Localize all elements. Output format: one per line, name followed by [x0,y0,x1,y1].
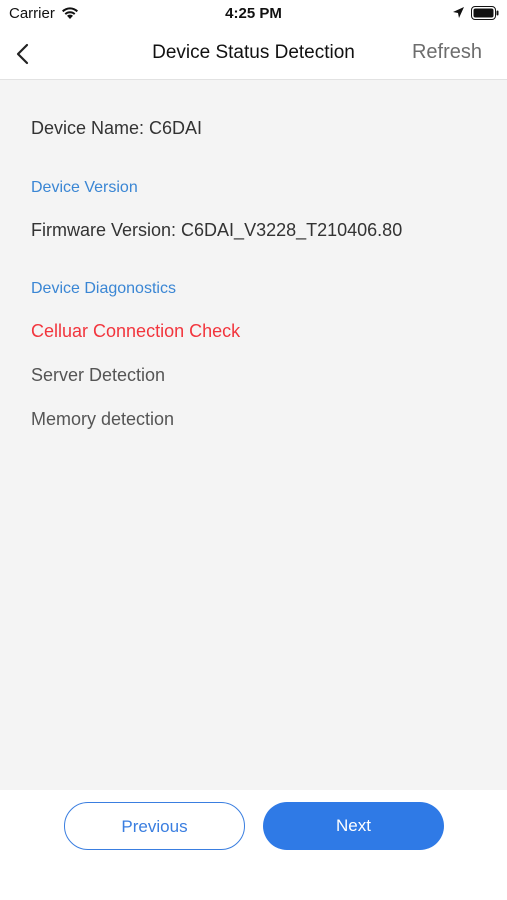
device-name: Device Name: C6DAI [31,118,203,138]
status-bar: Carrier 4:25 PM [0,0,507,28]
page-title-text: Device Status Detection [152,42,355,63]
firmware-version: Firmware Version: C6DAI_V3228_T210406.80 [31,220,403,240]
refresh-button[interactable]: Refresh [412,41,482,64]
cellular-connection-check: Celluar Connection Check [31,321,241,341]
server-detection: Server Detection [31,365,166,385]
content-area: Device Name: C6DAI Device Version Firmwa… [0,80,507,790]
navigation-bar: Device Status Detection Refresh [0,28,507,80]
bottom-bar: Previous Next [0,790,507,900]
memory-detection: Memory detection [31,409,175,429]
status-time: 4:25 PM [225,5,282,22]
location-icon [453,7,464,18]
next-button[interactable]: Next [263,802,444,850]
device-version-header: Device Version [31,179,138,196]
previous-button[interactable]: Previous [64,802,245,850]
device-diagnostics-header: Device Diagonostics [31,280,176,297]
battery-icon [471,6,499,20]
